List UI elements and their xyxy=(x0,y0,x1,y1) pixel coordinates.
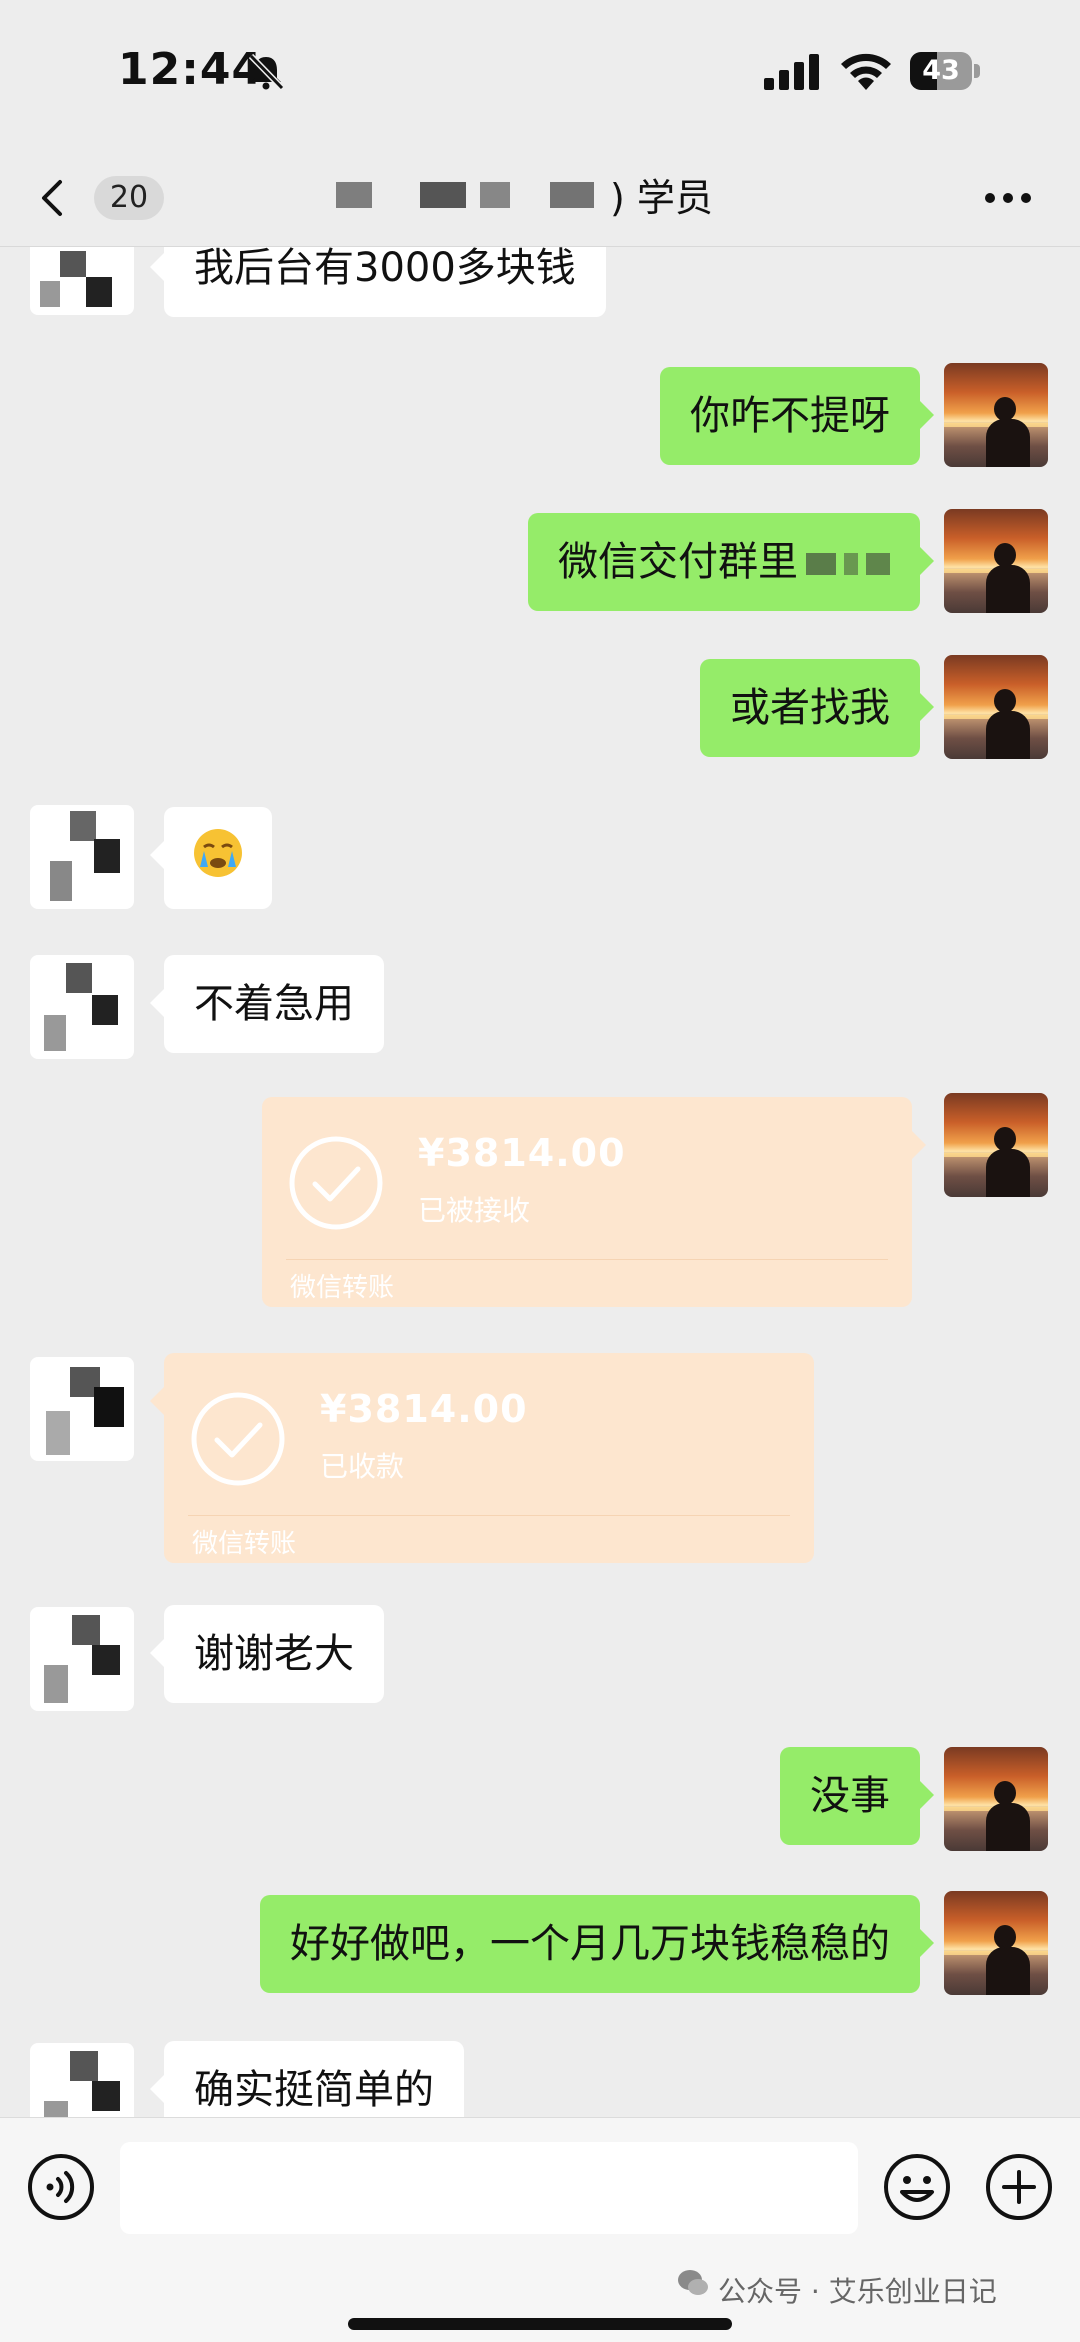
contact-avatar[interactable] xyxy=(30,955,134,1059)
watermark-text: 公众号 · 艾乐创业日记 xyxy=(718,2275,997,2308)
message-bubble[interactable]: 你咋不提呀 xyxy=(660,367,934,465)
check-circle-icon xyxy=(289,1136,383,1230)
home-indicator[interactable] xyxy=(348,2318,732,2330)
battery-icon: 43 xyxy=(910,52,980,90)
message-input[interactable] xyxy=(120,2142,858,2234)
voice-icon[interactable] xyxy=(26,2152,96,2222)
battery-label: 43 xyxy=(922,55,960,86)
contact-avatar[interactable] xyxy=(30,2043,134,2117)
plus-icon[interactable] xyxy=(984,2152,1054,2222)
unread-count-badge: 20 xyxy=(94,176,164,220)
redacted-title-block xyxy=(550,182,594,208)
message-bubble[interactable]: 我后台有3000多块钱 xyxy=(150,247,606,317)
redacted-text-block xyxy=(866,553,890,575)
wifi-icon xyxy=(841,53,891,90)
transfer-status: 已收款 xyxy=(320,1450,405,1483)
redacted-text-block xyxy=(844,553,858,575)
redacted-title-block xyxy=(420,182,466,208)
bell-slash-icon xyxy=(248,53,285,91)
my-avatar[interactable] xyxy=(944,509,1048,613)
message-bubble[interactable]: 好好做吧，一个月几万块钱稳稳的 xyxy=(260,1895,934,1993)
transfer-footer: 微信转账 xyxy=(290,1273,395,1303)
transfer-card[interactable]: ¥3814.00 已被接收 微信转账 xyxy=(262,1097,926,1307)
crying-emoji-icon xyxy=(190,825,246,881)
signal-icon xyxy=(764,54,819,90)
chat-title-text: ) 学员 xyxy=(610,176,713,220)
input-bar: 公众号 · 艾乐创业日记 xyxy=(0,2117,1080,2342)
transfer-amount: ¥3814.00 xyxy=(320,1387,528,1431)
message-text: 微信交付群里 xyxy=(558,539,798,585)
my-avatar[interactable] xyxy=(944,1093,1048,1197)
message-list[interactable]: 我后台有3000多块钱 你咋不提呀 微信交付群里 或者找我 不着急用 ¥3814… xyxy=(0,247,1080,2117)
back-chevron-icon xyxy=(42,180,62,216)
transfer-divider xyxy=(286,1259,888,1260)
transfer-divider xyxy=(188,1515,790,1516)
message-bubble[interactable]: 没事 xyxy=(780,1747,934,1845)
emoji-message-bubble[interactable] xyxy=(150,807,272,909)
redacted-text-block xyxy=(806,553,836,575)
transfer-footer: 微信转账 xyxy=(192,1529,297,1559)
chat-title: ) 学员 xyxy=(330,170,790,226)
my-avatar[interactable] xyxy=(944,363,1048,467)
contact-avatar[interactable] xyxy=(30,1607,134,1711)
emoji-icon[interactable] xyxy=(882,2152,952,2222)
contact-avatar[interactable] xyxy=(30,1357,134,1461)
message-bubble[interactable]: 确实挺简单的 xyxy=(150,2041,464,2117)
my-avatar[interactable] xyxy=(944,1747,1048,1851)
redacted-title-block xyxy=(480,182,510,208)
message-bubble[interactable]: 谢谢老大 xyxy=(150,1605,384,1703)
redacted-title-block xyxy=(336,182,372,208)
back-button[interactable]: 20 xyxy=(30,164,170,232)
transfer-status: 已被接收 xyxy=(418,1194,531,1227)
check-circle-icon xyxy=(191,1392,285,1486)
contact-avatar[interactable] xyxy=(30,805,134,909)
transfer-card[interactable]: ¥3814.00 已收款 微信转账 xyxy=(150,1353,814,1563)
message-bubble[interactable]: 微信交付群里 xyxy=(528,513,934,611)
my-avatar[interactable] xyxy=(944,1891,1048,1995)
status-bar: 12:44 43 xyxy=(0,0,1080,150)
wechat-watermark-icon xyxy=(678,2270,708,2295)
message-bubble[interactable]: 或者找我 xyxy=(700,659,934,757)
more-icon[interactable] xyxy=(980,178,1036,218)
my-avatar[interactable] xyxy=(944,655,1048,759)
contact-avatar[interactable] xyxy=(30,247,134,315)
status-time: 12:44 xyxy=(118,44,264,95)
message-bubble[interactable]: 不着急用 xyxy=(150,955,384,1053)
transfer-amount: ¥3814.00 xyxy=(418,1131,626,1175)
chat-header: 20 ) 学员 xyxy=(0,150,1080,247)
